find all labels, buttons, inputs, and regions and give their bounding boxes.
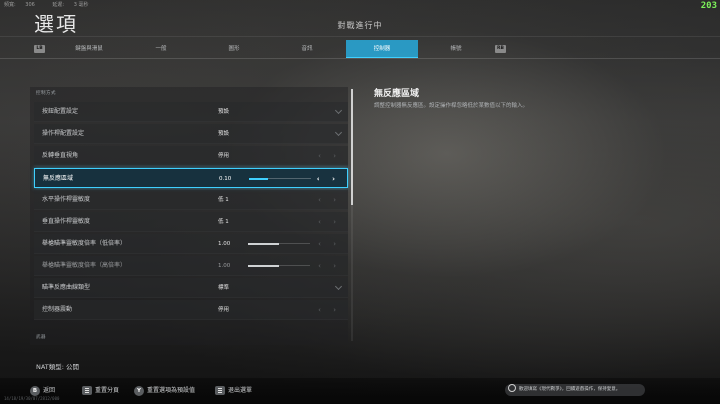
description-title: 無反應區域 (374, 89, 420, 99)
ads-low-slider[interactable] (248, 242, 310, 245)
tab-audio[interactable]: 音訊 (272, 40, 342, 58)
setting-row-button-layout[interactable]: 按鈕配置設定 預設 (34, 102, 348, 122)
setting-row-controller-vibration[interactable]: 控制器震動 停用 ‹ › (34, 300, 348, 320)
chevron-down-icon (334, 282, 343, 291)
setting-label: 舉槍瞄準靈敏度倍率（高倍率） (42, 262, 127, 269)
setting-row-aim-curve[interactable]: 瞄準反應曲線類型 標準 (34, 278, 348, 298)
setting-value: 標準 (218, 285, 230, 291)
left-right-arrows-icon[interactable]: ‹ › (318, 234, 341, 254)
match-status: 對戰進行中 (337, 21, 383, 30)
tab-graphics[interactable]: 圖形 (199, 40, 269, 58)
setting-row-invert-vertical[interactable]: 反轉垂直視角 停用 ‹ › (34, 146, 348, 166)
nat-label: NAT類型: (36, 363, 64, 371)
nat-type: NAT類型: 公開 (36, 361, 79, 371)
section-header-weapons: 武器 (36, 335, 46, 340)
settings-panel: 控制方式 按鈕配置設定 預設 操作桿配置設定 預設 反轉垂直視角 停用 ‹ › … (30, 87, 348, 345)
setting-value: 低 1 (218, 197, 229, 203)
setting-label: 垂直操作桿靈敏度 (42, 218, 91, 225)
setting-row-deadzone[interactable]: 無反應區域 0.10 ‹ › (34, 168, 348, 188)
description-text: 調整控制器無反應區。設定操作桿忽略低於某數值以下的輸入。 (374, 103, 529, 109)
slider-fill (248, 264, 279, 267)
left-right-arrows-icon[interactable]: ‹ › (317, 169, 340, 189)
network-stats: 頻寬: 306 延遲: 3 毫秒 (4, 1, 104, 8)
exit-menu-button[interactable]: 退出選單 (215, 386, 252, 396)
slider-fill (249, 177, 268, 180)
tab-keyboard-mouse[interactable]: 鍵盤與滑鼠 (54, 40, 124, 58)
left-right-arrows-icon[interactable]: ‹ › (318, 300, 341, 320)
footer-bar: B 返回 重置分頁 Y 重置選項為預設值 退出選單 歡迎填寫《現代戰爭》，回饋遊戲操… (0, 378, 720, 404)
nat-value: 公開 (66, 363, 80, 371)
reset-tab-label: 重置分頁 (95, 387, 120, 394)
exit-menu-label: 退出選單 (228, 387, 253, 394)
view-button-icon (82, 386, 92, 395)
setting-value: 1.00 (218, 241, 231, 247)
tab-account[interactable]: 帳號 (421, 40, 491, 58)
setting-row-vertical-sensitivity[interactable]: 垂直操作桿靈敏度 低 1 ‹ › (34, 212, 348, 232)
y-button-icon: Y (134, 386, 144, 396)
setting-row-stick-layout[interactable]: 操作桿配置設定 預設 (34, 124, 348, 144)
left-right-arrows-icon[interactable]: ‹ › (318, 212, 341, 232)
chevron-down-icon (334, 106, 343, 115)
back-label: 返回 (43, 387, 56, 394)
scrollbar-thumb[interactable] (351, 89, 353, 205)
setting-value: 1.00 (218, 263, 231, 269)
setting-label: 控制器震動 (42, 306, 73, 313)
setting-value: 預設 (218, 131, 230, 137)
title-divider (0, 36, 720, 37)
setting-value: 低 1 (218, 219, 229, 225)
deadzone-slider[interactable] (249, 177, 311, 180)
setting-value: 停用 (218, 153, 230, 159)
chevron-down-icon (334, 128, 343, 137)
feedback-banner[interactable]: 歡迎填寫《現代戰爭》，回饋遊戲操作，保持愛意。 (505, 384, 645, 396)
setting-label: 瞄準反應曲線類型 (42, 284, 91, 291)
setting-label: 按鈕配置設定 (42, 108, 79, 115)
fps-counter: 203 (700, 1, 717, 11)
build-id: 14/18/19/30/07/2812/000 (4, 396, 60, 401)
setting-label: 操作桿配置設定 (42, 130, 85, 137)
setting-label: 反轉垂直視角 (42, 152, 79, 159)
left-right-arrows-icon[interactable]: ‹ › (318, 190, 341, 210)
left-right-arrows-icon[interactable]: ‹ › (318, 146, 341, 166)
feedback-text: 歡迎填寫《現代戰爭》，回饋遊戲操作，保持愛意。 (519, 387, 621, 392)
reset-defaults-label: 重置選項為預設值 (147, 387, 196, 394)
tab-controller[interactable]: 控制器 (346, 40, 418, 58)
setting-value: 停用 (218, 307, 230, 313)
ads-high-slider[interactable] (248, 264, 310, 267)
setting-label: 無反應區域 (43, 175, 74, 182)
setting-row-ads-low-zoom[interactable]: 舉槍瞄準靈敏度倍率（低倍率） 1.00 ‹ › (34, 234, 348, 254)
lb-bumper-icon[interactable]: LB (34, 45, 45, 53)
setting-value: 0.10 (219, 176, 232, 182)
setting-value: 預設 (218, 109, 230, 115)
reset-defaults-button[interactable]: Y 重置選項為預設值 (134, 386, 195, 396)
tab-bar: LB 鍵盤與滑鼠 一般 圖形 音訊 控制器 帳號 RB (0, 40, 720, 59)
menu-button-icon (215, 386, 225, 395)
reset-tab-button[interactable]: 重置分頁 (82, 386, 119, 396)
section-header-controls: 控制方式 (36, 91, 56, 96)
feedback-icon (508, 384, 516, 392)
setting-row-horizontal-sensitivity[interactable]: 水平操作桿靈敏度 低 1 ‹ › (34, 190, 348, 210)
setting-row-ads-high-zoom[interactable]: 舉槍瞄準靈敏度倍率（高倍率） 1.00 ‹ › (34, 256, 348, 276)
setting-label: 舉槍瞄準靈敏度倍率（低倍率） (42, 240, 127, 247)
slider-fill (248, 242, 279, 245)
back-button[interactable]: B 返回 (30, 386, 55, 396)
left-right-arrows-icon[interactable]: ‹ › (318, 256, 341, 276)
tab-general[interactable]: 一般 (126, 40, 196, 58)
rb-bumper-icon[interactable]: RB (495, 45, 506, 53)
b-button-icon: B (30, 386, 40, 396)
setting-label: 水平操作桿靈敏度 (42, 196, 91, 203)
